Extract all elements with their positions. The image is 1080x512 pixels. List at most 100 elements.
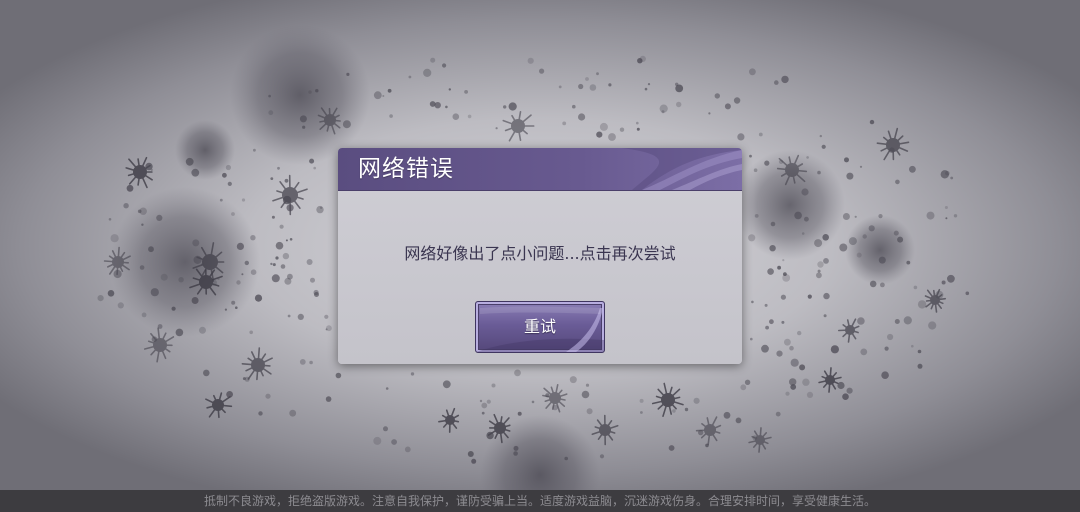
spore-dot (277, 166, 280, 170)
dialog-body: 网络好像出了点小问题...点击再次尝试 重试 (338, 191, 742, 364)
spore-dot (751, 300, 754, 304)
spore-dot (382, 95, 385, 97)
spore-dot (467, 114, 472, 119)
spore-dot (464, 90, 468, 94)
spore-dot (107, 290, 115, 297)
spore-dot (586, 408, 593, 415)
spore-dot (854, 215, 857, 218)
spore-dot (926, 211, 935, 220)
spore-dot (151, 336, 158, 343)
spore-dot (423, 68, 432, 77)
spore-dot (782, 274, 791, 282)
spore-dot (895, 179, 900, 185)
spore-dot (481, 411, 485, 415)
spore-dot (250, 235, 256, 241)
spore-dot (708, 112, 711, 115)
spore-dot (442, 63, 447, 68)
spore-dot (429, 101, 436, 107)
spore-dot (513, 451, 518, 456)
spore-dot (887, 333, 894, 341)
spore-dot (806, 156, 809, 159)
dialog-header: 网络错误 (338, 148, 742, 191)
spore-dot (785, 391, 790, 396)
spore-dot (752, 435, 758, 441)
spore-dot (848, 237, 857, 246)
spore-dot (802, 378, 810, 386)
spore-dot (203, 369, 210, 377)
spore-dot (823, 258, 829, 264)
spore-dot (241, 273, 244, 276)
spore-dot (284, 277, 292, 285)
spore-dot (801, 232, 805, 235)
spore-dot (253, 148, 256, 152)
spore-dot (275, 256, 279, 260)
spore-dot (589, 84, 597, 91)
spore-dot (894, 319, 900, 324)
spore-dot (778, 159, 784, 164)
spore-dot (342, 120, 351, 129)
spore-dot (236, 280, 241, 285)
spore-dot (280, 264, 286, 269)
health-notice-bar: 抵制不良游戏，拒绝盗版游戏。注意自我保护，谨防受骗上当。适度游戏益脑，沉迷游戏伤… (0, 490, 1080, 512)
spore-dot (271, 274, 280, 283)
spore-dot (226, 391, 234, 398)
spore-dot (527, 57, 534, 64)
spore-dot (889, 147, 895, 153)
spore-dot (781, 320, 785, 324)
spore-dot (817, 170, 821, 175)
spore-dot (947, 274, 955, 283)
spore-dot (235, 306, 238, 310)
retry-button[interactable]: 重试 (475, 301, 605, 353)
spore-dot (185, 157, 194, 166)
spore-icon (125, 156, 153, 189)
spore-dot (282, 252, 290, 260)
spore-dot (558, 85, 562, 89)
spore-dot (965, 291, 970, 296)
spore-dot (491, 383, 496, 388)
spore-dot (581, 390, 590, 399)
spore-dot (749, 68, 756, 76)
spore-dot (268, 94, 271, 98)
spore-dot (231, 212, 235, 216)
spore-dot (596, 72, 599, 76)
spore-dot (770, 221, 776, 227)
spore-dot (769, 319, 774, 325)
spore-dot (844, 157, 849, 163)
spore-dot (306, 259, 313, 265)
spore-dot (878, 256, 886, 264)
spore-dot (157, 324, 163, 329)
spore-dot (236, 242, 244, 250)
spore-dot (794, 211, 802, 220)
header-swoosh-decoration (622, 148, 742, 190)
spore-dot (801, 188, 809, 196)
spore-dot (160, 273, 168, 281)
spore-dot (141, 312, 147, 318)
dark-blot (110, 187, 260, 337)
spore-dot (391, 439, 397, 445)
spore-dot (110, 234, 119, 243)
spore-dot (842, 393, 849, 401)
spore-dot (108, 218, 112, 221)
spore-dot (123, 203, 129, 209)
spore-dot (272, 263, 276, 267)
spore-dot (754, 214, 759, 218)
spore-dot (816, 272, 822, 279)
spore-dot (156, 214, 163, 221)
spore-dot (636, 127, 640, 131)
spore-dot (856, 252, 862, 258)
spore-dot (767, 268, 774, 275)
spore-dot (286, 204, 294, 212)
spore-dot (562, 121, 567, 126)
spore-dot (789, 345, 794, 351)
spore-dot (837, 381, 845, 390)
spore-dot (714, 93, 720, 99)
spore-dot (569, 376, 577, 384)
spore-dot (199, 326, 206, 334)
spore-dot (941, 280, 946, 285)
spore-dot (326, 325, 332, 332)
spore-dot (913, 285, 918, 290)
spore-dot (258, 411, 263, 416)
spore-dot (244, 260, 249, 266)
spore-dot (302, 125, 306, 129)
spore-dot (254, 294, 263, 302)
